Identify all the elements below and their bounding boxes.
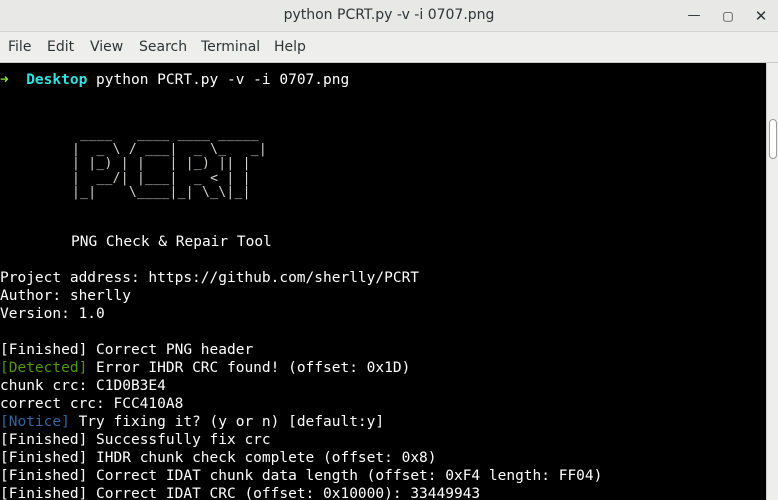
log-line: [Finished] Successfully fix crc (0, 431, 271, 449)
scrollbar-thumb[interactable] (769, 119, 777, 159)
project-address-line: Project address: https://github.com/sher… (0, 270, 420, 286)
log-tag: [Finished] (0, 486, 88, 500)
close-icon[interactable]: ✕ (751, 6, 771, 26)
log-line: [Detected] Error IHDR CRC found! (offset… (0, 359, 410, 377)
log-tag: [Finished] (0, 342, 88, 358)
log-text: chunk crc: C1D0B3E4 (0, 378, 166, 394)
log-text: Correct PNG header (87, 342, 254, 358)
menu-search[interactable]: Search (139, 32, 187, 62)
log-tag: [Detected] (0, 360, 88, 376)
menu-file[interactable]: File (8, 32, 31, 62)
log-line: [Finished] Correct PNG header (0, 341, 253, 359)
menu-help[interactable]: Help (274, 32, 306, 62)
terminal-scrollbar[interactable] (766, 63, 778, 500)
log-text: Try fixing it? (y or n) [default:y] (69, 414, 385, 430)
log-line: [Notice] Try fixing it? (y or n) [defaul… (0, 413, 384, 431)
minimize-icon[interactable]: — (684, 6, 704, 26)
prompt-line: ➜ Desktop python PCRT.py -v -i 0707.png (0, 71, 349, 89)
log-line: [Finished] Correct IDAT chunk data lengt… (0, 467, 602, 485)
pcrt-ascii-logo: ____ ____ ____ _____ | _ \ / ___| _ \_ _… (72, 127, 268, 200)
log-line: correct crc: FCC410A8 (0, 395, 183, 413)
log-tag: [Notice] (0, 414, 70, 430)
log-text: correct crc: FCC410A8 (0, 396, 184, 412)
author-line: Author: sherlly (0, 288, 131, 304)
menu-view[interactable]: View (90, 32, 123, 62)
log-text: Error IHDR CRC found! (offset: 0x1D) (87, 360, 411, 376)
log-tag: [Finished] (0, 450, 88, 466)
version-line: Version: 1.0 (0, 306, 105, 322)
prompt-command: python PCRT.py -v -i 0707.png (96, 72, 350, 88)
tool-name: PNG Check & Repair Tool (71, 234, 272, 250)
log-text: Successfully fix crc (87, 432, 271, 448)
window-titlebar: python PCRT.py -v -i 0707.png — ▢ ✕ (0, 0, 778, 32)
log-text: Correct IDAT CRC (offset: 0x10000): 3344… (87, 486, 481, 500)
prompt-directory: Desktop (26, 72, 88, 88)
menubar: File Edit View Search Terminal Help (0, 32, 778, 63)
window-title: python PCRT.py -v -i 0707.png (283, 7, 495, 23)
menu-edit[interactable]: Edit (47, 32, 74, 62)
prompt-arrow-icon: ➜ (0, 72, 9, 88)
log-text: Correct IDAT chunk data length (offset: … (87, 468, 603, 484)
log-text: IHDR chunk check complete (offset: 0x8) (87, 450, 437, 466)
log-line: chunk crc: C1D0B3E4 (0, 377, 166, 395)
menu-terminal[interactable]: Terminal (201, 32, 260, 62)
log-line: [Finished] Correct IDAT CRC (offset: 0x1… (0, 485, 480, 500)
log-tag: [Finished] (0, 468, 88, 484)
log-tag: [Finished] (0, 432, 88, 448)
maximize-icon[interactable]: ▢ (718, 6, 738, 26)
terminal-output[interactable]: ➜ Desktop python PCRT.py -v -i 0707.png … (0, 63, 766, 500)
log-line: [Finished] IHDR chunk check complete (of… (0, 449, 437, 467)
